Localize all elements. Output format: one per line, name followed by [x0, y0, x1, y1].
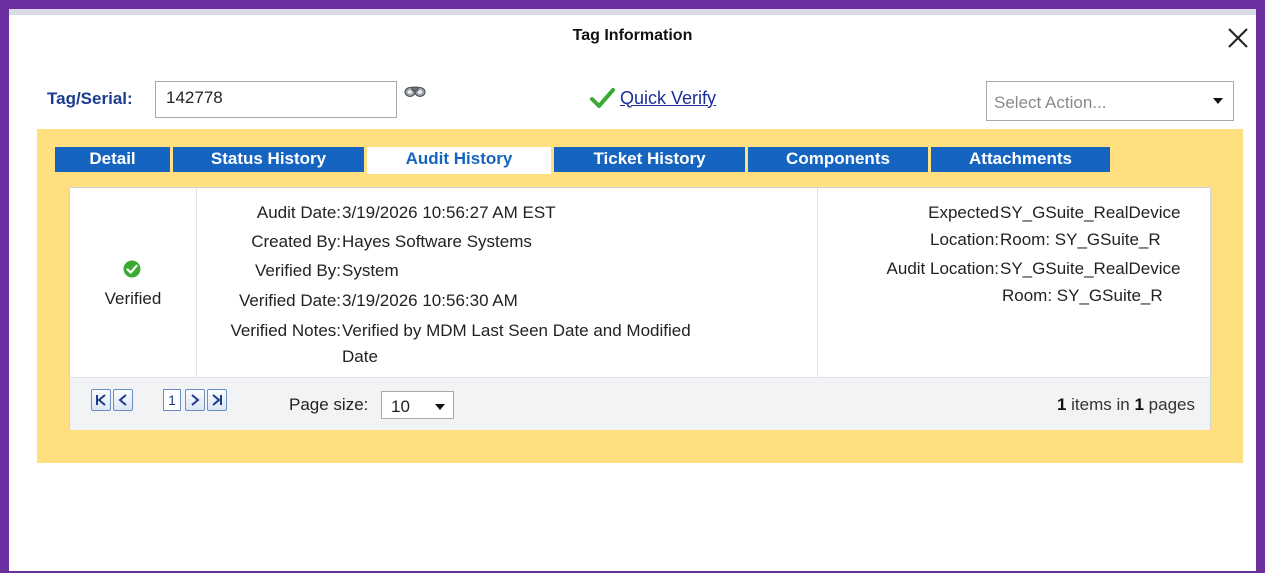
binoculars-icon[interactable] — [404, 84, 426, 98]
pager-bar: 1 Page size: 10 1 items in 1 pages — [70, 377, 1210, 430]
audit-status: Verified — [104, 289, 162, 308]
expected-location-key: Expected — [928, 203, 999, 222]
table-row[interactable]: Verified Audit Date: 3/19/2026 10:56:27 … — [70, 188, 1210, 377]
verified-date-value: 3/19/2026 10:56:30 AM — [342, 291, 518, 310]
tag-serial-input[interactable]: 142778 — [155, 81, 397, 118]
tag-serial-label: Tag/Serial: — [47, 89, 133, 108]
page-size-label: Page size: — [289, 395, 369, 414]
tab-components[interactable]: Components — [748, 147, 928, 172]
pager-summary: 1 items in 1 pages — [1057, 395, 1195, 415]
expected-location-value-2: Room: SY_GSuite_R — [1000, 230, 1161, 249]
close-icon[interactable] — [1224, 24, 1252, 52]
dialog-title: Tag Information — [572, 27, 693, 44]
page-size-value: 10 — [391, 397, 410, 416]
audit-location-value: SY_GSuite_RealDevice — [1000, 259, 1181, 278]
first-page-icon — [96, 394, 106, 406]
checkmark-icon — [590, 88, 615, 108]
previous-page-button[interactable] — [113, 389, 133, 411]
chevron-down-icon — [1213, 98, 1223, 104]
audit-location-value-2: Room: SY_GSuite_R — [1002, 286, 1163, 305]
select-action-dropdown[interactable]: Select Action... — [986, 81, 1234, 121]
pages-text: pages — [1148, 395, 1195, 414]
tab-detail[interactable]: Detail — [55, 147, 170, 172]
last-page-button[interactable] — [207, 389, 227, 411]
created-by-value: Hayes Software Systems — [342, 232, 532, 251]
audit-history-grid: Verified Audit Date: 3/19/2026 10:56:27 … — [69, 187, 1211, 430]
verified-notes-value: Verified by MDM Last Seen Date and Modif… — [342, 321, 691, 340]
chevron-left-icon — [118, 394, 127, 406]
tab-audit-history[interactable]: Audit History — [367, 147, 551, 174]
chevron-right-icon — [191, 394, 200, 406]
pager-controls: 1 — [91, 378, 252, 426]
audit-date-value: 3/19/2026 10:56:27 AM EST — [342, 203, 556, 222]
next-page-button[interactable] — [185, 389, 205, 411]
items-text: items in — [1071, 395, 1130, 414]
last-page-icon — [212, 394, 222, 406]
pages-count: 1 — [1134, 395, 1144, 414]
titlebar-strip — [9, 9, 1256, 15]
created-by-key: Created By: — [251, 232, 341, 251]
verified-by-key: Verified By: — [255, 261, 341, 280]
page-size-dropdown[interactable]: 10 — [381, 391, 454, 419]
current-page-number[interactable]: 1 — [163, 389, 181, 411]
verified-by-value: System — [342, 261, 399, 280]
quick-verify-link[interactable]: Quick Verify — [589, 86, 716, 110]
verified-notes-key: Verified Notes: — [230, 321, 341, 340]
quick-verify-label[interactable]: Quick Verify — [620, 88, 716, 109]
tab-ticket-history[interactable]: Ticket History — [554, 147, 745, 172]
verified-notes-value-line2: Date — [342, 347, 378, 366]
verified-date-key: Verified Date: — [238, 291, 341, 310]
audit-location-key: Audit Location: — [886, 259, 999, 278]
select-action-placeholder: Select Action... — [994, 93, 1107, 112]
first-page-button[interactable] — [91, 389, 111, 411]
verified-check-icon — [123, 260, 141, 278]
chevron-down-icon — [435, 404, 445, 410]
expected-location-value: SY_GSuite_RealDevice — [1000, 203, 1181, 222]
expected-location-key-2: Location: — [930, 230, 999, 249]
tab-attachments[interactable]: Attachments — [931, 147, 1110, 172]
tab-status-history[interactable]: Status History — [173, 147, 364, 172]
audit-date-key: Audit Date: — [256, 203, 341, 222]
items-count: 1 — [1056, 395, 1067, 414]
